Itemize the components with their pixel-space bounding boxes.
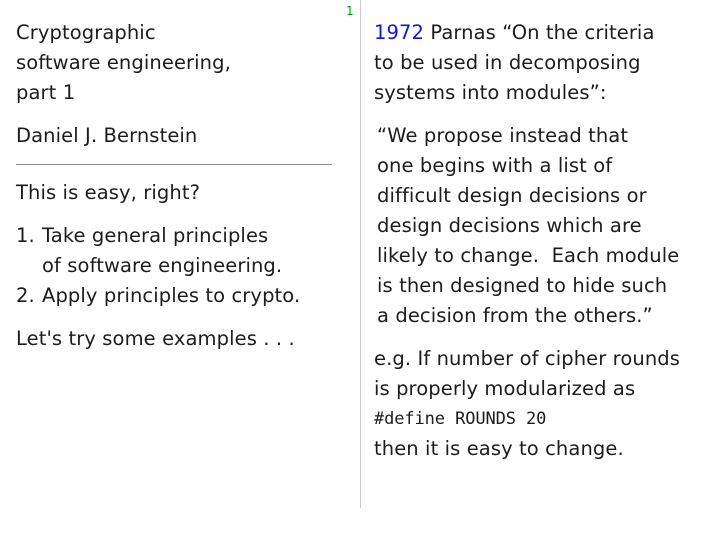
citation-line-1-text: Parnas “On the criteria — [424, 21, 655, 44]
list-marker: 2. — [16, 284, 35, 308]
author-name: Daniel J. Bernstein — [16, 124, 198, 147]
closing-text: Let's try some examples . . . — [16, 327, 295, 351]
quote-line: one begins with a list of — [377, 154, 613, 177]
example-line: is properly modularized as — [374, 377, 636, 400]
parnas-quote: “We propose instead that one begins with… — [374, 121, 714, 331]
quote-line: difficult design decisions or — [377, 184, 647, 207]
quote-line: design decisions which are — [377, 214, 642, 237]
principles-list: 1. Take general principles of software e… — [16, 221, 348, 311]
citation-year: 1972 — [374, 21, 425, 44]
slide-pair: 1 Cryptographic software engineering, pa… — [0, 0, 720, 540]
example-line: e.g. If number of cipher rounds — [374, 347, 681, 370]
slide-left: 1 Cryptographic software engineering, pa… — [0, 0, 360, 540]
list-marker: 1. — [16, 224, 35, 248]
closing-block: Let's try some examples . . . — [16, 324, 348, 354]
citation-block: 1972 Parnas “On the criteria to be used … — [374, 18, 714, 108]
question-text: This is easy, right? — [16, 181, 201, 205]
slide-left-body: Cryptographic software engineering, part… — [16, 18, 348, 354]
page-number-left: 1 — [346, 4, 354, 18]
quote-line: likely to change. Each module — [377, 244, 680, 267]
list-item: 1. Take general principles of software e… — [16, 221, 348, 281]
title-line-2: software engineering, — [16, 51, 231, 74]
title-line-1: Cryptographic — [16, 21, 156, 44]
list-item-line: Apply principles to crypto. — [42, 284, 301, 308]
title-block: Cryptographic software engineering, part… — [16, 18, 348, 108]
author-block: Daniel J. Bernstein — [16, 121, 348, 151]
list-item: 2. Apply principles to crypto. — [16, 281, 348, 311]
question-block: This is easy, right? — [16, 178, 348, 208]
citation-line-3: systems into modules”: — [374, 81, 607, 104]
citation-line-2: to be used in decomposing — [374, 51, 641, 74]
slide-right-body: 1972 Parnas “On the criteria to be used … — [374, 18, 714, 464]
quote-line: “We propose instead that — [377, 124, 629, 147]
code-line: #define ROUNDS 20 — [374, 409, 547, 429]
list-item-line: of software engineering. — [42, 254, 283, 278]
quote-line: is then designed to hide such — [377, 274, 668, 297]
citation-line-1: 1972 Parnas “On the criteria — [374, 18, 714, 48]
slide-right: 2 1972 Parnas “On the criteria to be use… — [360, 0, 720, 540]
example-block: e.g. If number of cipher rounds is prope… — [374, 344, 714, 464]
list-item-line: Take general principles — [42, 224, 269, 248]
quote-line: a decision from the others.” — [377, 304, 653, 327]
horizontal-rule — [16, 164, 332, 166]
example-tail: then it is easy to change. — [374, 437, 624, 460]
title-line-3: part 1 — [16, 81, 76, 104]
